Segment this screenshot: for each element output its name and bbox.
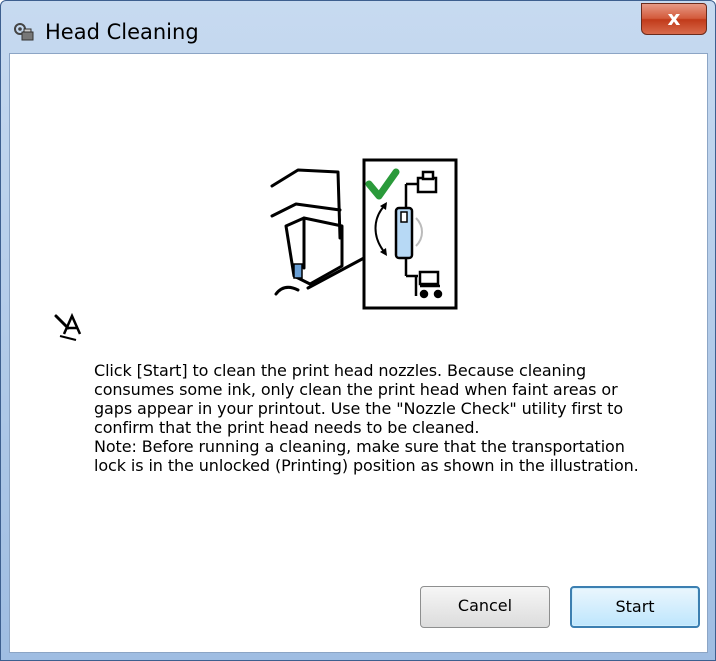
dialog-client-area: Click [Start] to clean the print head no… [9, 53, 708, 653]
cancel-button[interactable]: Cancel [420, 586, 550, 628]
close-icon: x [667, 6, 681, 30]
printer-head-pen-icon [54, 312, 82, 341]
note-paragraph: Note: Before running a cleaning, make su… [94, 437, 639, 475]
instructions-paragraph: Click [Start] to clean the print head no… [94, 361, 624, 437]
close-button[interactable]: x [641, 3, 707, 35]
start-button[interactable]: Start [570, 586, 700, 628]
instructions-text: Click [Start] to clean the print head no… [94, 361, 654, 475]
window-title: Head Cleaning [45, 20, 199, 44]
transport-lock-illustration [270, 158, 458, 310]
head-cleaning-window: Head Cleaning x Click [Start] to clean t… [0, 0, 716, 661]
printer-gear-icon [13, 21, 35, 43]
title-bar[interactable]: Head Cleaning [1, 1, 715, 53]
